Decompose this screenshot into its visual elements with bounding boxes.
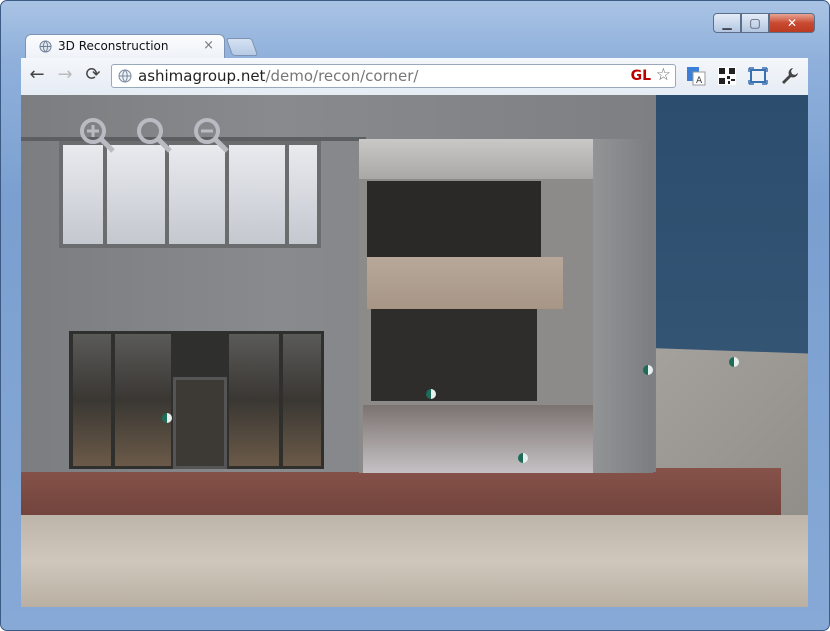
new-tab-button[interactable] <box>225 38 259 56</box>
stone-panel <box>367 257 563 309</box>
camera-marker[interactable] <box>426 389 436 399</box>
forward-button[interactable]: → <box>53 64 77 85</box>
camera-marker[interactable] <box>729 357 739 367</box>
toolbar: ← → ⟳ ashimagroup.net/demo/recon/corner/… <box>21 58 808 96</box>
camera-marker[interactable] <box>643 365 653 375</box>
3d-viewer-canvas[interactable] <box>21 95 808 607</box>
side-door <box>173 377 227 469</box>
tab-close-button[interactable]: × <box>203 38 214 53</box>
zoom-out-icon[interactable] <box>191 115 231 155</box>
fullscreen-icon[interactable] <box>747 65 769 87</box>
qr-code-icon[interactable] <box>716 65 738 87</box>
browser-window: ▁ ▢ ✕ 3D Reconstruction × ← → ⟳ ashimagr… <box>0 0 830 631</box>
url-text: ashimagroup.net/demo/recon/corner/ <box>138 67 418 85</box>
tab-3d-reconstruction[interactable]: 3D Reconstruction × <box>25 34 225 59</box>
camera-marker[interactable] <box>518 453 528 463</box>
back-button[interactable]: ← <box>25 64 49 85</box>
gl-badge[interactable]: GL <box>631 68 651 84</box>
url-path: /demo/recon/corner/ <box>265 67 419 85</box>
zoom-reset-icon[interactable] <box>134 115 174 155</box>
caption-buttons: ▁ ▢ ✕ <box>713 13 815 33</box>
brick-plaza <box>21 468 781 520</box>
translate-icon[interactable]: A <box>685 65 707 87</box>
maximize-button[interactable]: ▢ <box>741 13 769 33</box>
entrance-doors <box>371 309 537 401</box>
reload-button[interactable]: ⟳ <box>81 64 105 85</box>
url-host: ashimagroup.net <box>138 67 266 85</box>
entrance-canopy <box>359 139 609 179</box>
upper-windows <box>59 141 321 248</box>
close-window-button[interactable]: ✕ <box>769 13 815 33</box>
minimize-button[interactable]: ▁ <box>713 13 741 33</box>
wrench-icon[interactable] <box>779 65 801 87</box>
corner-pillar <box>593 139 653 473</box>
entrance-upper-window <box>367 181 541 257</box>
entrance-floor <box>363 405 598 473</box>
zoom-in-icon[interactable] <box>77 115 117 155</box>
bookmark-star-icon[interactable]: ☆ <box>656 65 671 85</box>
site-globe-icon <box>118 69 132 83</box>
tab-title: 3D Reconstruction <box>58 39 169 53</box>
address-bar[interactable]: ashimagroup.net/demo/recon/corner/ GL ☆ <box>111 64 676 88</box>
svg-text:A: A <box>696 76 703 86</box>
globe-icon <box>39 40 52 53</box>
street <box>21 515 808 607</box>
camera-marker[interactable] <box>162 413 172 423</box>
